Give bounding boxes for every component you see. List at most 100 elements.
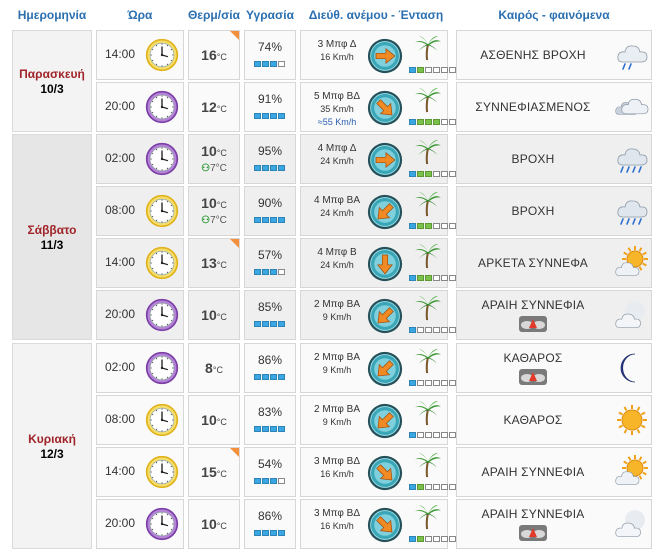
forecast-row: 14:00 15°C 54% 3 Μπφ ΒΔ 16 Km/h ΑΡΑΙΗ ΣΥ… xyxy=(96,447,652,497)
wind-bar-segment xyxy=(441,327,448,333)
wind-text: 2 Μπφ ΒΑ 9 Km/h xyxy=(309,299,365,323)
wind-bar-segment xyxy=(409,484,416,490)
humidity-bar-segment xyxy=(262,217,269,223)
weather-cell: ΑΡΑΙΗ ΣΥΝΝΕΦΙΑ xyxy=(456,290,652,340)
wind-bar-segment xyxy=(417,223,424,229)
wind-bar-segment xyxy=(417,275,424,281)
wind-speed: 9 Km/h xyxy=(322,312,352,322)
wind-speed: 24 Km/h xyxy=(320,156,354,166)
palm-tree-icon xyxy=(413,191,443,217)
temperature-value: 15°C xyxy=(201,464,227,480)
temperature-cell: 16°C xyxy=(188,30,240,80)
wind-bar-segment xyxy=(449,67,456,73)
humidity-cell: 85% xyxy=(244,290,296,340)
feels-like: ⚇7°C xyxy=(201,163,227,174)
wind-cell: 2 Μπφ ΒΑ 9 Km/h xyxy=(300,395,456,445)
fog-warning-icon xyxy=(519,316,547,332)
wind-bar-segment xyxy=(425,536,432,542)
temperature-value: 10°C xyxy=(201,143,227,159)
wind-bar-segment xyxy=(417,432,424,438)
wind-bar-segment xyxy=(449,536,456,542)
humidity-bar-segment xyxy=(262,478,269,484)
time-cell: 08:00 xyxy=(96,186,184,236)
wind-intensity-bar xyxy=(409,67,456,73)
humidity-value: 90% xyxy=(257,196,283,210)
wind-beaufort: 3 Μπφ ΒΔ xyxy=(313,508,361,519)
clock-icon xyxy=(145,298,179,332)
clock-icon xyxy=(145,455,179,489)
humidity-value: 86% xyxy=(257,353,283,367)
wind-cell: 4 Μπφ Δ 24 Km/h xyxy=(300,134,456,184)
weather-description: ΚΑΘΑΡΟΣ xyxy=(503,413,563,427)
humidity-bar-segment xyxy=(278,321,285,327)
wind-bar-segment xyxy=(425,223,432,229)
humidity-bar xyxy=(254,374,285,380)
wind-bar-segment xyxy=(425,119,432,125)
wind-bar-segment xyxy=(433,171,440,177)
day-block-friday: Παρασκευή 10/3 xyxy=(12,30,92,132)
weather-description: ΑΣΘΕΝΗΣ ΒΡΟΧΗ xyxy=(480,48,586,62)
wind-beaufort: 2 Μπφ ΒΑ xyxy=(313,299,361,310)
time-cell: 20:00 xyxy=(96,290,184,340)
wind-gust: ≈55 Km/h xyxy=(317,117,357,127)
fog-warning-icon xyxy=(519,525,547,541)
humidity-bar-segment xyxy=(262,165,269,171)
wind-bar-segment xyxy=(433,275,440,281)
time-cell: 20:00 xyxy=(96,82,184,132)
humidity-bar-segment xyxy=(270,61,277,67)
humidity-cell: 83% xyxy=(244,395,296,445)
wind-bar-segment xyxy=(417,119,424,125)
humidity-cell: 57% xyxy=(244,238,296,288)
wind-text: 4 Μπφ Β 24 Km/h xyxy=(309,247,365,271)
wind-bar-segment xyxy=(433,484,440,490)
palm-tree-icon xyxy=(413,452,443,478)
wind-bar-segment xyxy=(409,380,416,386)
humidity-value: 86% xyxy=(257,509,283,523)
weather-cell: ΑΡΑΙΗ ΣΥΝΝΕΦΙΑ xyxy=(456,447,652,497)
wind-bar-segment xyxy=(425,327,432,333)
wind-direction-icon xyxy=(367,455,403,491)
wind-text: 2 Μπφ ΒΑ 9 Km/h xyxy=(309,404,365,428)
wind-cell: 4 Μπφ ΒΑ 24 Km/h xyxy=(300,186,456,236)
hot-marker-icon xyxy=(230,239,239,248)
moon-icon xyxy=(613,349,651,387)
wind-cell: 3 Μπφ ΒΔ 16 Km/h xyxy=(300,499,456,549)
clock-icon xyxy=(145,90,179,124)
humidity-bar-segment xyxy=(254,113,261,119)
wind-intensity-bar xyxy=(409,119,456,125)
header-time: Ώρα xyxy=(127,8,153,22)
weather-cell: ΣΥΝΝΕΦΙΑΣΜΕΝΟΣ xyxy=(456,82,652,132)
humidity-cell: 91% xyxy=(244,82,296,132)
wind-bar-segment xyxy=(409,327,416,333)
day-date: 10/3 xyxy=(40,82,64,96)
humidity-bar-segment xyxy=(278,426,285,432)
header-weather: Καιρός - φαινόμενα xyxy=(498,8,610,22)
wind-bar-segment xyxy=(449,380,456,386)
palm-tree-icon xyxy=(413,295,443,321)
wind-bar-segment xyxy=(433,536,440,542)
wind-bar-segment xyxy=(441,171,448,177)
forecast-row: 20:00 10°C 85% 2 Μπφ ΒΑ 9 Km/h ΑΡΑΙΗ ΣΥΝ… xyxy=(96,290,652,340)
wind-intensity-bar xyxy=(409,223,456,229)
humidity-bar xyxy=(254,426,285,432)
weather-description: ΒΡΟΧΗ xyxy=(511,204,555,218)
wind-bar-segment xyxy=(433,380,440,386)
humidity-bar-segment xyxy=(270,530,277,536)
forecast-row: 02:00 8°C 86% 2 Μπφ ΒΑ 9 Km/h ΚΑΘΑΡΟΣ xyxy=(96,343,652,393)
wind-bar-segment xyxy=(417,171,424,177)
humidity-cell: 95% xyxy=(244,134,296,184)
forecast-row: 20:00 12°C 91% 5 Μπφ ΒΔ 35 Km/h ≈55 Km/h xyxy=(96,82,652,132)
wind-beaufort: 2 Μπφ ΒΑ xyxy=(313,352,361,363)
humidity-bar-segment xyxy=(254,374,261,380)
humidity-bar xyxy=(254,113,285,119)
wind-bar-segment xyxy=(409,119,416,125)
humidity-bar-segment xyxy=(270,269,277,275)
humidity-bar-segment xyxy=(270,113,277,119)
wind-bar-segment xyxy=(449,432,456,438)
wind-bar-segment xyxy=(441,223,448,229)
humidity-cell: 54% xyxy=(244,447,296,497)
humidity-bar-segment xyxy=(278,113,285,119)
wind-bar-segment xyxy=(409,432,416,438)
humidity-bar-segment xyxy=(254,217,261,223)
humidity-bar-segment xyxy=(278,269,285,275)
